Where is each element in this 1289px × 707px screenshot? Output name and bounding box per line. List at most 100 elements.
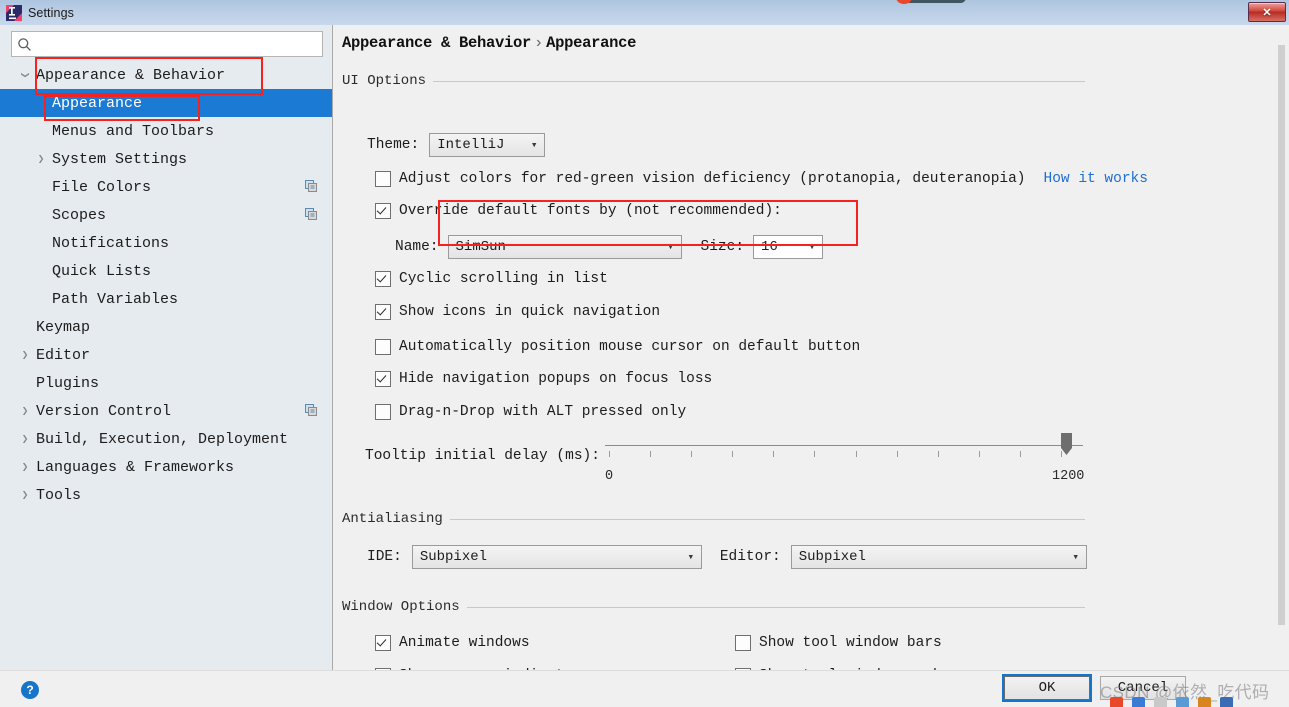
override-fonts-label: Override default fonts by (not recommend…: [399, 203, 782, 219]
how-it-works-link[interactable]: How it works: [1044, 171, 1148, 187]
taskbar-icons: [1110, 697, 1233, 707]
intellij-idea-icon: [6, 4, 22, 21]
window-option-row: Show tool window bars: [735, 635, 942, 651]
sidebar-item-label: System Settings: [52, 150, 188, 168]
slider-tick: [856, 451, 857, 457]
checkbox-label: Hide navigation popups on focus loss: [399, 371, 713, 387]
slider-tick: [732, 451, 733, 457]
sidebar-item-quick-lists[interactable]: ❯Quick Lists: [0, 257, 332, 285]
chevron-right-icon[interactable]: ❯: [16, 488, 34, 502]
editor-antialiasing-dropdown[interactable]: Subpixel ▾: [790, 545, 1087, 569]
override-fonts-checkbox[interactable]: [375, 203, 391, 219]
close-icon[interactable]: ✕: [1248, 2, 1286, 22]
sidebar-item-plugins[interactable]: ❯Plugins: [0, 369, 332, 397]
adjust-colors-checkbox[interactable]: [375, 171, 391, 187]
font-name-label: Name:: [395, 239, 439, 255]
taskbar-icon-5: [1198, 697, 1211, 707]
copy-icon[interactable]: [305, 180, 318, 193]
tree-indent-spacer: ❯: [32, 264, 50, 278]
sidebar-item-system-settings[interactable]: ❯ System Settings: [0, 145, 332, 173]
slider-tick: [650, 451, 651, 457]
search-input[interactable]: [36, 33, 310, 55]
chevron-right-icon[interactable]: ❯: [16, 348, 34, 362]
help-icon[interactable]: ?: [21, 681, 39, 699]
sidebar-item-menus-and-toolbars[interactable]: ❯Menus and Toolbars: [0, 117, 332, 145]
sidebar-item-path-variables[interactable]: ❯Path Variables: [0, 285, 332, 313]
tooltip-delay-track[interactable]: [605, 445, 1083, 446]
checkbox-automatically-position-mouse-cursor-on-default-button[interactable]: [375, 339, 391, 355]
sidebar-item-languages-frameworks[interactable]: ❯ Languages & Frameworks: [0, 453, 332, 481]
copy-icon[interactable]: [305, 404, 318, 417]
chevron-right-icon[interactable]: ❯: [16, 460, 34, 474]
checkbox-label: Animate windows: [399, 635, 530, 651]
sidebar-item-label: Scopes: [52, 206, 107, 224]
sidebar-item-notifications[interactable]: ❯Notifications: [0, 229, 332, 257]
sidebar-item-label: Editor: [36, 346, 91, 364]
sidebar-item-label: File Colors: [52, 178, 152, 196]
sidebar-item-appearance[interactable]: ❯Appearance: [0, 89, 332, 117]
sidebar-item-label: Appearance & Behavior: [36, 66, 226, 84]
taskbar-icon-1: [1110, 697, 1123, 707]
section-ui-options-label: UI Options: [342, 73, 434, 89]
sidebar-item-tools[interactable]: ❯ Tools: [0, 481, 332, 509]
tree-indent-spacer: ❯: [16, 376, 34, 390]
chevron-right-icon[interactable]: ❯: [16, 404, 34, 418]
checkbox-hide-navigation-popups-on-focus-loss[interactable]: [375, 371, 391, 387]
sidebar-item-label: Menus and Toolbars: [52, 122, 215, 140]
ui-option-row: Show icons in quick navigation: [375, 304, 660, 320]
sidebar-item-keymap[interactable]: ❯Keymap: [0, 313, 332, 341]
slider-tick: [814, 451, 815, 457]
checkbox-animate-windows[interactable]: [375, 635, 391, 651]
chevron-right-icon[interactable]: ❯: [16, 432, 34, 446]
sidebar-item-file-colors[interactable]: ❯File Colors: [0, 173, 332, 201]
chevron-down-icon: ▾: [667, 242, 674, 254]
slider-tick: [609, 451, 610, 457]
font-name-dropdown[interactable]: SimSun ▾: [447, 235, 682, 259]
sidebar-item-scopes[interactable]: ❯Scopes: [0, 201, 332, 229]
theme-row: Theme: IntelliJ ▾: [367, 133, 546, 157]
adjust-colors-row: Adjust colors for red-green vision defic…: [375, 171, 1148, 187]
search-box[interactable]: [11, 31, 323, 57]
cancel-label: Cancel: [1117, 680, 1169, 696]
sidebar-item-appearance-behavior[interactable]: ❯ Appearance & Behavior: [0, 61, 332, 89]
breadcrumb-root[interactable]: Appearance & Behavior: [342, 34, 531, 52]
checkbox-drag-n-drop-with-alt-pressed-only[interactable]: [375, 404, 391, 420]
theme-dropdown[interactable]: IntelliJ ▾: [429, 133, 546, 157]
taskbar-icon-2: [1132, 697, 1145, 707]
vertical-scrollbar[interactable]: [1278, 45, 1285, 625]
slider-tick: [773, 451, 774, 457]
sidebar-item-label: Tools: [36, 486, 82, 504]
dialog-footer: ? OK Cancel: [0, 670, 1289, 707]
ok-button[interactable]: OK: [1002, 674, 1092, 702]
sidebar-item-build-execution-deployment[interactable]: ❯ Build, Execution, Deployment: [0, 425, 332, 453]
font-size-dropdown[interactable]: 16 ▾: [753, 235, 824, 259]
tooltip-delay-thumb[interactable]: [1061, 433, 1072, 455]
tree-indent-spacer: ❯: [16, 320, 34, 334]
theme-label: Theme:: [367, 137, 420, 153]
checkbox-label: Cyclic scrolling in list: [399, 271, 608, 287]
slider-tick: [1061, 451, 1062, 457]
slider-tick: [938, 451, 939, 457]
ide-antialiasing-value: Subpixel: [419, 549, 488, 565]
checkbox-cyclic-scrolling-in-list[interactable]: [375, 271, 391, 287]
ide-antialiasing-dropdown[interactable]: Subpixel ▾: [411, 545, 702, 569]
close-glyph: ✕: [1262, 6, 1272, 19]
sidebar-item-version-control[interactable]: ❯ Version Control: [0, 397, 332, 425]
chevron-right-icon[interactable]: ❯: [32, 152, 50, 166]
checkbox-show-icons-in-quick-navigation[interactable]: [375, 304, 391, 320]
override-fonts-row: Override default fonts by (not recommend…: [375, 203, 782, 219]
chevron-down-icon[interactable]: ❯: [18, 66, 32, 84]
sidebar-item-editor[interactable]: ❯ Editor: [0, 341, 332, 369]
sidebar-item-label: Quick Lists: [52, 262, 152, 280]
breadcrumb-separator-icon: ›: [534, 34, 544, 52]
sidebar-item-label: Notifications: [52, 234, 170, 252]
checkbox-show-tool-window-bars[interactable]: [735, 635, 751, 651]
tooltip-delay-label: Tooltip initial delay (ms):: [365, 448, 600, 464]
section-ui-options-rule: [415, 81, 1085, 82]
tooltip-delay-max: 1200: [1052, 469, 1085, 484]
breadcrumb-current: Appearance: [546, 34, 637, 52]
antialiasing-row: IDE: Subpixel ▾ Editor: Subpixel ▾: [367, 545, 1087, 569]
slider-tick: [897, 451, 898, 457]
font-name-value: SimSun: [455, 239, 506, 255]
copy-icon[interactable]: [305, 208, 318, 221]
